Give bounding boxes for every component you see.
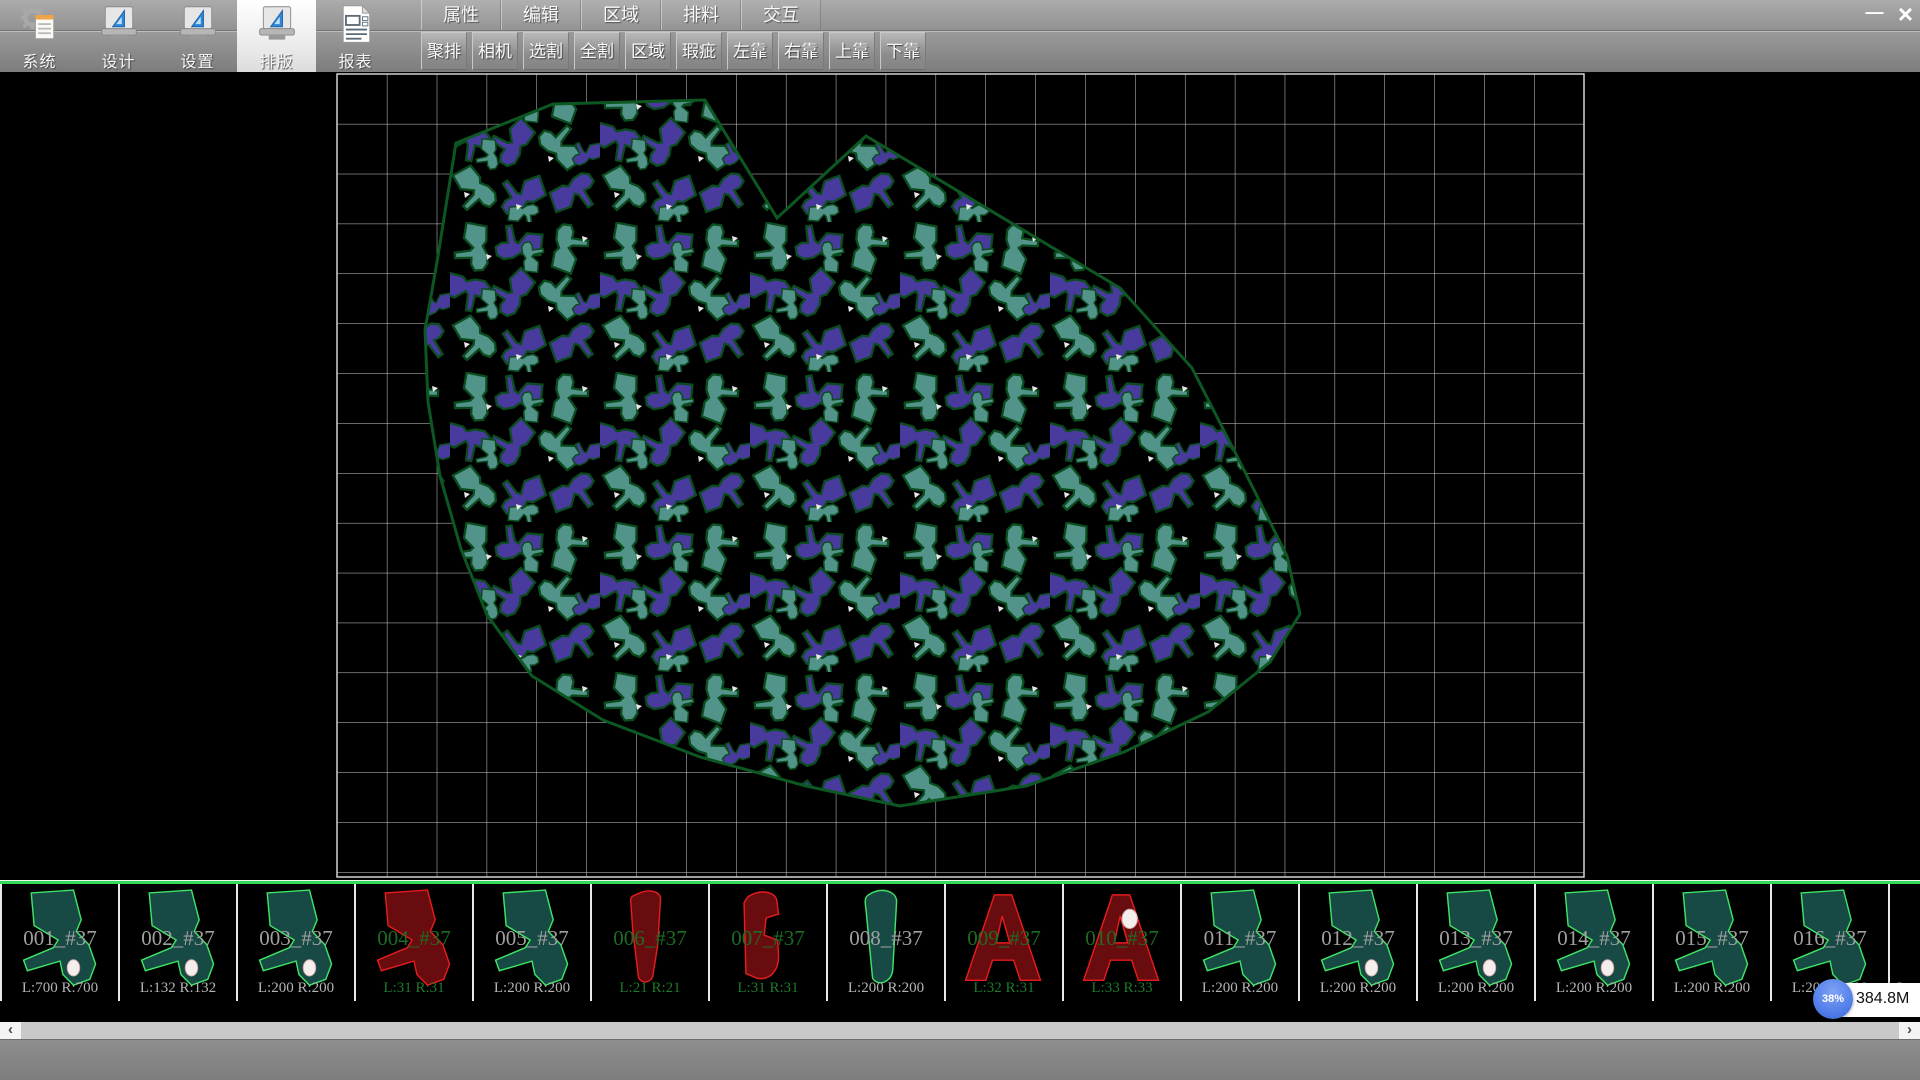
piece-lr-count: L:33 R:33 [1064, 980, 1180, 997]
piece-thumbnail-010_#37[interactable]: 010_#37 L:33 R:33 [1064, 884, 1182, 1001]
window-controls: — × [1862, 1, 1918, 27]
piece-name: 007_#37 [710, 926, 826, 951]
memory-size-label: 384.8M [1856, 990, 1909, 1008]
piece-lr-count: L:700 R:700 [2, 980, 118, 997]
nav-item-system[interactable]: 系统 [0, 0, 79, 72]
piece-thumbnail-015_#37[interactable]: 015_#37 L:200 R:200 [1654, 884, 1772, 1001]
tool-button-camera[interactable]: 相机 [472, 32, 518, 70]
piece-name: 012_#37 [1300, 926, 1416, 951]
memory-percent-label: 38% [1822, 993, 1844, 1005]
design-ruler-icon [255, 4, 299, 46]
piece-lr-count: L:32 R:31 [946, 980, 1062, 997]
tool-button-align-bottom[interactable]: 下靠 [880, 32, 926, 70]
nav-item-label: 报表 [338, 48, 372, 72]
tool-button-region[interactable]: 区域 [625, 32, 671, 70]
nav-item-label: 设置 [180, 48, 214, 72]
piece-thumbnail-002_#37[interactable]: 002_#37 L:132 R:132 [120, 884, 238, 1001]
piece-thumbnail-006_#37[interactable]: 006_#37 L:21 R:21 [592, 884, 710, 1001]
piece-thumbnail-list: 001_#37L:700 R:700002_#37L:132 R:132003_… [0, 884, 1908, 1001]
piece-name: 006_#37 [592, 926, 708, 951]
menu-tab-properties[interactable]: 属性 [421, 0, 501, 30]
system-gear-icon [18, 4, 62, 46]
nav-item-report[interactable]: 报表 [316, 0, 395, 72]
tool-button-cluster-nest[interactable]: 聚排 [421, 32, 467, 70]
piece-lr-count: L:200 R:200 [1182, 980, 1298, 997]
piece-lr-count: L:200 R:200 [238, 980, 354, 997]
piece-name: 009_#37 [946, 926, 1062, 951]
tool-buttons: 聚排相机选割全割区域瑕疵左靠右靠上靠下靠 [421, 32, 926, 70]
tool-button-align-left[interactable]: 左靠 [727, 32, 773, 70]
menu-tab-edit[interactable]: 编辑 [501, 0, 581, 30]
piece-name: 005_#37 [474, 926, 590, 951]
menu-tab-region[interactable]: 区域 [581, 0, 661, 30]
piece-name: 016_#37 [1772, 926, 1888, 951]
piece-thumbnail-012_#37[interactable]: 012_#37 L:200 R:200 [1300, 884, 1418, 1001]
minimize-button[interactable]: — [1862, 1, 1887, 27]
nav-item-design[interactable]: 设计 [79, 0, 158, 72]
piece-name: 002_#37 [120, 926, 236, 951]
piece-thumbnail-009_#37[interactable]: 009_#37 L:32 R:31 [946, 884, 1064, 1001]
piece-name: 011_#37 [1182, 926, 1298, 951]
piece-name: 008_#37 [828, 926, 944, 951]
piece-thumbnail-007_#37[interactable]: 007_#37 L:31 R:31 [710, 884, 828, 1001]
piece-name: 015_#37 [1654, 926, 1770, 951]
tool-button-cut-all[interactable]: 全割 [574, 32, 620, 70]
report-document-icon [334, 4, 378, 46]
piece-thumbnail-013_#37[interactable]: 013_#37 L:200 R:200 [1418, 884, 1536, 1001]
menu-tab-nest[interactable]: 排料 [661, 0, 741, 30]
piece-lr-count: L:31 R:31 [356, 980, 472, 997]
piece-lr-count: L:200 R:200 [1536, 980, 1652, 997]
nav-item-nesting[interactable]: 排版 [237, 0, 316, 72]
status-bar [0, 1039, 1920, 1080]
scroll-left-button[interactable]: ‹ [0, 1022, 21, 1039]
menu-tabs: 属性编辑区域排料交互 [421, 0, 821, 30]
piece-lr-count: L:132 R:132 [120, 980, 236, 997]
piece-thumbnail-011_#37[interactable]: 011_#37 L:200 R:200 [1182, 884, 1300, 1001]
close-button[interactable]: × [1893, 1, 1918, 27]
piece-shape [1901, 887, 1908, 993]
piece-lr-count: L:200 R:200 [474, 980, 590, 997]
piece-lr-count: L:200 R:200 [1300, 980, 1416, 997]
piece-thumbnail-014_#37[interactable]: 014_#37 L:200 R:200 [1536, 884, 1654, 1001]
nav-item-label: 排版 [259, 48, 293, 72]
tool-button-align-right[interactable]: 右靠 [778, 32, 824, 70]
menu-tab-interact[interactable]: 交互 [741, 0, 821, 30]
nav-item-settings[interactable]: 设置 [158, 0, 237, 72]
toolbar: 系统设计设置排版报表 属性编辑区域排料交互 聚排相机选割全割区域瑕疵左靠右靠上靠… [0, 0, 1920, 72]
tool-button-align-top[interactable]: 上靠 [829, 32, 875, 70]
piece-lr-count: L:200 R:200 [1418, 980, 1534, 997]
piece-name: 010_#37 [1064, 926, 1180, 951]
horizontal-scrollbar[interactable]: ‹ › [0, 1022, 1920, 1039]
piece-lr-count: L:200 R:200 [1654, 980, 1770, 997]
piece-thumbnail-008_#37[interactable]: 008_#37 L:200 R:200 [828, 884, 946, 1001]
piece-thumbnail-004_#37[interactable]: 004_#37 L:31 R:31 [356, 884, 474, 1001]
main-nav: 系统 设计 设置 排版 报表 [0, 0, 395, 72]
piece-lr-count: L:21 R:21 [592, 980, 708, 997]
piece-name: 014_#37 [1536, 926, 1652, 951]
piece-name: 004_#37 [356, 926, 472, 951]
nav-item-label: 系统 [22, 48, 56, 72]
piece-thumbnail-005_#37[interactable]: 005_#37 L:200 R:200 [474, 884, 592, 1001]
nav-item-label: 设计 [101, 48, 135, 72]
nesting-canvas-svg [0, 72, 1920, 883]
piece-name: 003_#37 [238, 926, 354, 951]
thumbnail-strip: 001_#37L:700 R:700002_#37L:132 R:132003_… [0, 880, 1920, 1022]
tool-button-defect[interactable]: 瑕疵 [676, 32, 722, 70]
piece-name: 013_#37 [1418, 926, 1534, 951]
tool-button-select-cut[interactable]: 选割 [523, 32, 569, 70]
nesting-canvas[interactable] [0, 72, 1920, 883]
memory-percent-badge: 38% [1813, 979, 1853, 1019]
piece-thumbnail-001_#37[interactable]: 001_#37 L:700 R:700 [2, 884, 120, 1001]
piece-thumbnail-003_#37[interactable]: 003_#37 L:200 R:200 [238, 884, 356, 1001]
piece-lr-count: L:31 R:31 [710, 980, 826, 997]
design-ruler-icon [97, 4, 141, 46]
piece-lr-count: L:200 R:200 [828, 980, 944, 997]
application-window: 系统设计设置排版报表 属性编辑区域排料交互 聚排相机选割全割区域瑕疵左靠右靠上靠… [0, 0, 1920, 1080]
design-ruler-icon [176, 4, 220, 46]
scroll-right-button[interactable]: › [1899, 1022, 1920, 1039]
piece-name: 001_#37 [2, 926, 118, 951]
